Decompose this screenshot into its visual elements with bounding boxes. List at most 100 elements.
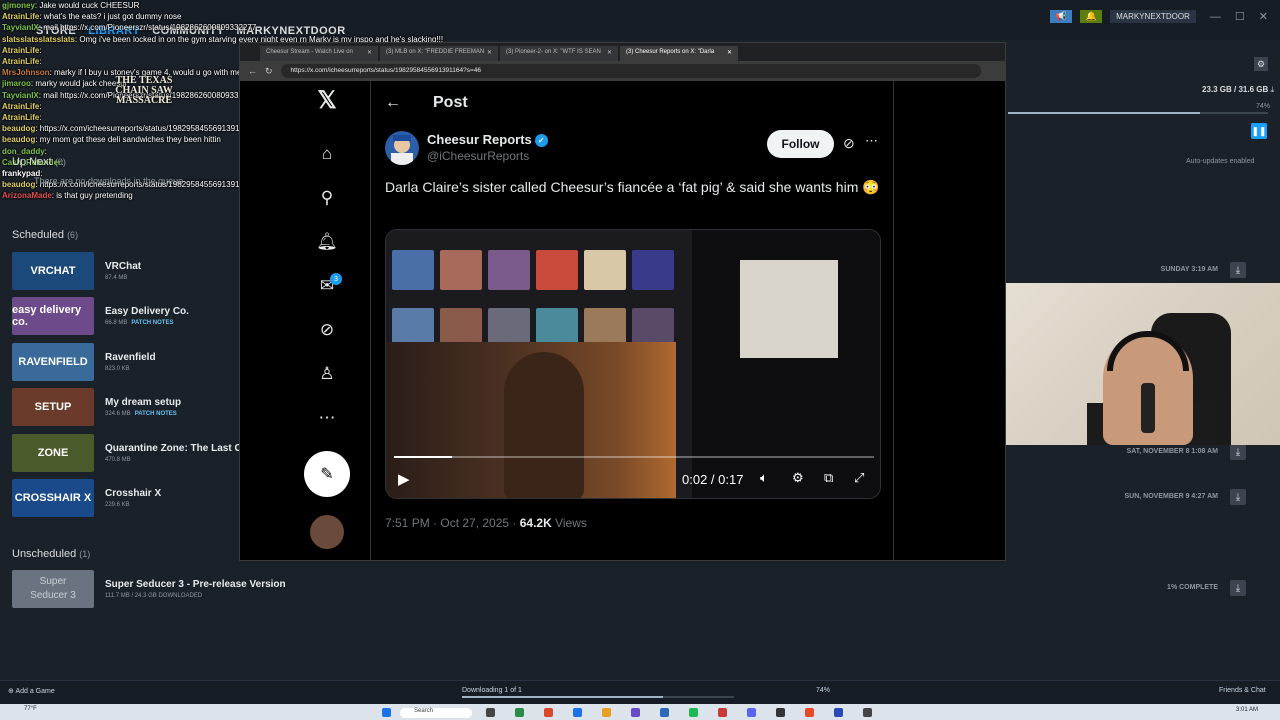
chat-username: TayvianIX — [2, 23, 39, 33]
game-row[interactable]: VRCHAT VRChat 87.4 MB — [12, 251, 252, 291]
steam-top-right: 📢 🔔 MARKYNEXTDOOR — ☐ ✕ — [1050, 10, 1268, 23]
search-icon[interactable]: ⚲ — [316, 187, 338, 209]
tab-close-icon[interactable]: ✕ — [367, 49, 372, 58]
game-row[interactable]: ZONE Quarantine Zone: The Last Check 470.8… — [12, 433, 264, 473]
video-scrubber[interactable] — [394, 456, 874, 458]
pause-icon[interactable]: ❚❚ — [1251, 123, 1267, 139]
game-row[interactable]: SETUP My dream setup 324.6 MB PATCH NOTES — [12, 387, 252, 427]
pip-icon[interactable]: ⧉ — [824, 470, 833, 486]
patch-notes-link[interactable]: PATCH NOTES — [135, 411, 177, 417]
taskbar-app-icon[interactable] — [660, 708, 669, 717]
unscheduled-game-row[interactable]: Super Seducer 3 Super Seducer 3 - Pre-re… — [12, 569, 286, 609]
windows-start-icon[interactable] — [382, 708, 391, 717]
profile-icon[interactable]: ♙ — [316, 363, 338, 385]
taskbar-app-icon[interactable] — [776, 708, 785, 717]
chat-username: beaudog — [2, 180, 36, 190]
home-icon[interactable]: ⌂ — [316, 143, 338, 165]
taskbar-app-icon[interactable] — [689, 708, 698, 717]
follow-button[interactable]: Follow — [767, 130, 834, 158]
taskbar-app-icon[interactable] — [631, 708, 640, 717]
weather-widget[interactable]: 77°F — [24, 706, 37, 712]
windows-taskbar — [0, 704, 1280, 720]
tab-close-icon[interactable]: ✕ — [607, 49, 612, 58]
taskbar-app-icon[interactable] — [718, 708, 727, 717]
close-icon[interactable]: ✕ — [1259, 10, 1268, 23]
video-player[interactable]: ▶ 0:02 / 0:17 🔈︎ ⚙ ⧉ ⤢ — [385, 229, 881, 499]
download-icon[interactable]: ⤓ — [1230, 489, 1246, 505]
unscheduled-count: (1) — [79, 549, 91, 559]
game-row[interactable]: CROSSHAIR X Crosshair X 229.6 KB — [12, 478, 252, 518]
chat-separator: : — [39, 101, 42, 111]
avatar[interactable] — [310, 515, 344, 549]
chat-username: TayvianIX — [2, 90, 39, 100]
game-thumbnail: Super Seducer 3 — [12, 570, 94, 608]
broadcast-icon[interactable]: 📢 — [1050, 10, 1073, 23]
taskbar-app-icon[interactable] — [486, 708, 495, 717]
volume-icon[interactable]: 🔈︎ — [760, 470, 768, 486]
grok-icon[interactable]: ⊘ — [316, 319, 338, 341]
fullscreen-icon[interactable]: ⤢ — [854, 470, 864, 486]
friends-chat-button[interactable]: Friends & Chat — [1219, 687, 1266, 694]
browser-tab[interactable]: (3) Cheesur Reports on X: "Darla ✕ — [620, 46, 738, 61]
taskbar-app-icon[interactable] — [573, 708, 582, 717]
download-status[interactable]: Downloading 1 of 1 — [462, 687, 522, 694]
author-avatar[interactable] — [385, 131, 419, 165]
notification-icon[interactable]: 🔔 — [1080, 10, 1103, 23]
progress-bar-fill — [1008, 112, 1201, 114]
taskbar-app-icon[interactable] — [515, 708, 524, 717]
browser-tab[interactable]: (3) Pioneer-2- on X: "WTF IS SEAN ✕ — [500, 46, 618, 61]
browser-tab[interactable]: (3) MLB on X: "FREDDIE FREEMAN ✕ — [380, 46, 498, 61]
up-next-heading: Up Next (0) — [12, 156, 66, 168]
back-arrow-icon[interactable]: ← — [385, 94, 401, 112]
game-size: 87.4 MB — [105, 275, 141, 281]
author-name[interactable]: Cheesur Reports ✓ — [427, 132, 548, 148]
taskbar-app-icon[interactable] — [805, 708, 814, 717]
chat-message: AtrainLife: what's the eats? i just got … — [2, 11, 302, 22]
account-menu[interactable]: MARKYNEXTDOOR — [1110, 10, 1196, 23]
game-row[interactable]: easy delivery co. Easy Delivery Co. 66.8 M… — [12, 296, 252, 336]
maximize-icon[interactable]: ☐ — [1235, 10, 1245, 23]
add-game-button[interactable]: ⊕ Add a Game — [8, 687, 55, 695]
browser-tab[interactable]: Cheesur Stream - Watch Live on ✕ — [260, 46, 378, 61]
schedule-time: SUNDAY 3:19 AM — [1160, 266, 1218, 273]
browser-tab-label: (3) Cheesur Reports on X: "Darla — [626, 49, 715, 55]
tab-close-icon[interactable]: ✕ — [727, 49, 732, 58]
minimize-icon[interactable]: — — [1210, 11, 1221, 23]
disk-usage-value: 23.3 GB / 31.6 GB — [1202, 85, 1269, 94]
compose-post-button[interactable]: ✎ — [304, 451, 350, 497]
chat-text: Jake would cuck CHEESUR — [39, 1, 140, 10]
page-title: Post — [433, 94, 468, 111]
schedule-time: SAT, NOVEMBER 8 1:08 AM — [1126, 448, 1218, 455]
tweet-text: Darla Claire’s sister called Cheesur’s f… — [385, 179, 880, 195]
taskbar-app-icon[interactable] — [863, 708, 872, 717]
game-size: 229.6 KB — [105, 502, 161, 508]
reload-icon[interactable]: ↻ — [265, 66, 273, 77]
url-bar[interactable]: https://x.com/icheesurreports/status/198… — [280, 64, 981, 78]
play-icon[interactable]: ▶ — [398, 470, 410, 488]
download-icon[interactable]: ⤓ — [1230, 444, 1246, 460]
progress-bar — [1008, 112, 1268, 114]
schedule-time: SUN, NOVEMBER 9 4:27 AM — [1124, 493, 1218, 500]
taskbar-app-icon[interactable] — [747, 708, 756, 717]
settings-gear-icon[interactable]: ⚙ — [1254, 57, 1268, 71]
settings-icon[interactable]: ⚙ — [792, 470, 804, 486]
author-name-text: Cheesur Reports — [427, 132, 532, 147]
game-thumbnail: ZONE — [12, 434, 94, 472]
patch-notes-link[interactable]: PATCH NOTES — [131, 320, 173, 326]
author-handle[interactable]: @iCheesurReports — [427, 149, 529, 163]
grok-icon[interactable]: ⊘ — [843, 135, 855, 152]
taskbar-app-icon[interactable] — [544, 708, 553, 717]
game-row[interactable]: RAVENFIELD Ravenfield 823.0 KB — [12, 342, 252, 382]
more-icon[interactable]: ⋯ — [316, 407, 338, 429]
x-logo-icon[interactable]: 𝕏 — [316, 87, 338, 114]
download-icon[interactable]: ⤓ — [1230, 580, 1246, 596]
notifications-icon[interactable]: 🔔︎ — [316, 231, 338, 253]
taskbar-search[interactable]: Search — [400, 708, 472, 718]
tab-close-icon[interactable]: ✕ — [487, 49, 492, 58]
back-icon[interactable]: ← — [248, 66, 257, 76]
taskbar-app-icon[interactable] — [602, 708, 611, 717]
download-icon[interactable]: ⤓ — [1230, 262, 1246, 278]
more-options-icon[interactable]: ⋯ — [865, 133, 878, 149]
taskbar-app-icon[interactable] — [834, 708, 843, 717]
video-grid-tile — [584, 250, 626, 290]
